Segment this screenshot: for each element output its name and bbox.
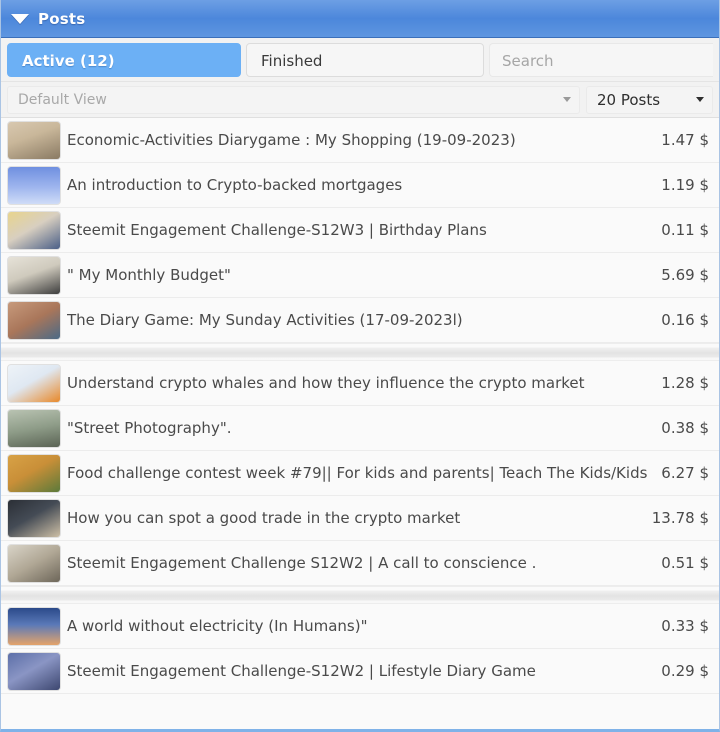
- post-payout-value: 0.51 $: [661, 554, 709, 572]
- man-in-blue-shirt-photo: [8, 211, 60, 249]
- posts-per-page-label: 20 Posts: [597, 90, 661, 109]
- post-payout-value: 0.33 $: [661, 617, 709, 635]
- panel-header: Posts: [1, 0, 719, 38]
- trading-screen-photo: [8, 499, 60, 537]
- post-thumbnail: [7, 120, 61, 160]
- post-row[interactable]: Understand crypto whales and how they in…: [1, 361, 719, 406]
- post-row[interactable]: Food challenge contest week #79|| For ki…: [1, 451, 719, 496]
- post-list: Economic-Activities Diarygame : My Shopp…: [1, 118, 719, 694]
- post-title[interactable]: Steemit Engagement Challenge-S12W2 | Lif…: [67, 662, 661, 680]
- post-row[interactable]: Economic-Activities Diarygame : My Shopp…: [1, 118, 719, 163]
- night-sky-photo: [8, 607, 60, 645]
- post-title[interactable]: How you can spot a good trade in the cry…: [67, 509, 652, 527]
- post-payout-value: 13.78 $: [651, 509, 709, 527]
- posts-per-page-select[interactable]: 20 Posts: [586, 85, 713, 114]
- post-title[interactable]: Economic-Activities Diarygame : My Shopp…: [67, 131, 661, 149]
- blue-house-graphic: [8, 166, 60, 204]
- post-title[interactable]: A world without electricity (In Humans)": [67, 617, 661, 635]
- triangle-down-icon[interactable]: [11, 14, 29, 24]
- post-row[interactable]: An introduction to Crypto-backed mortgag…: [1, 163, 719, 208]
- post-group-separator: [1, 343, 719, 361]
- post-payout-value: 0.29 $: [661, 662, 709, 680]
- post-thumbnail: [7, 210, 61, 250]
- post-thumbnail: [7, 255, 61, 295]
- post-group-separator: [1, 586, 719, 604]
- post-payout-value: 0.16 $: [661, 311, 709, 329]
- post-row[interactable]: Steemit Engagement Challenge-S12W3 | Bir…: [1, 208, 719, 253]
- post-payout-value: 0.38 $: [661, 419, 709, 437]
- man-outdoors-photo: [8, 301, 60, 339]
- post-thumbnail: [7, 606, 61, 646]
- post-title[interactable]: Food challenge contest week #79|| For ki…: [67, 464, 661, 482]
- person-indoors-photo: [8, 544, 60, 582]
- post-row[interactable]: "Street Photography". 0.38 $: [1, 406, 719, 451]
- post-title[interactable]: "Street Photography".: [67, 419, 661, 437]
- post-title[interactable]: Steemit Engagement Challenge S12W2 | A c…: [67, 554, 661, 572]
- post-payout-value: 5.69 $: [661, 266, 709, 284]
- view-select-label: Default View: [18, 91, 107, 108]
- calculator-and-money-photo: [8, 256, 60, 294]
- view-select[interactable]: Default View: [7, 85, 580, 114]
- street-scene-photo: [8, 409, 60, 447]
- tab-active-posts[interactable]: Active (12): [7, 42, 241, 77]
- post-thumbnail: [7, 408, 61, 448]
- post-row[interactable]: The Diary Game: My Sunday Activities (17…: [1, 298, 719, 343]
- post-row[interactable]: Steemit Engagement Challenge S12W2 | A c…: [1, 541, 719, 586]
- tabs-row: Active (12) Finished Search: [1, 38, 719, 82]
- post-thumbnail: [7, 453, 61, 493]
- post-thumbnail: [7, 498, 61, 538]
- post-thumbnail: [7, 165, 61, 205]
- posts-panel: Posts Active (12) Finished Search Defaul…: [0, 0, 720, 732]
- post-title[interactable]: The Diary Game: My Sunday Activities (17…: [67, 311, 661, 329]
- two-people-portrait-photo: [8, 652, 60, 690]
- caret-down-icon: [563, 97, 571, 102]
- post-title[interactable]: An introduction to Crypto-backed mortgag…: [67, 176, 661, 194]
- post-thumbnail: [7, 300, 61, 340]
- filter-row: Default View 20 Posts: [1, 82, 719, 118]
- post-thumbnail: [7, 543, 61, 583]
- man-in-shop-photo: [8, 121, 60, 159]
- page-title: Posts: [38, 9, 86, 28]
- whale-bitcoin-illustration: [8, 364, 60, 402]
- post-title[interactable]: Steemit Engagement Challenge-S12W3 | Bir…: [67, 221, 661, 239]
- post-thumbnail: [7, 363, 61, 403]
- tab-finished-posts[interactable]: Finished: [246, 42, 484, 77]
- post-row[interactable]: " My Monthly Budget" 5.69 $: [1, 253, 719, 298]
- post-title[interactable]: Understand crypto whales and how they in…: [67, 374, 661, 392]
- post-payout-value: 0.11 $: [661, 221, 709, 239]
- post-payout-value: 1.28 $: [661, 374, 709, 392]
- post-payout-value: 6.27 $: [661, 464, 709, 482]
- post-title[interactable]: " My Monthly Budget": [67, 266, 661, 284]
- man-with-food-photo: [8, 454, 60, 492]
- search-input[interactable]: Search: [489, 42, 713, 77]
- post-payout-value: 1.19 $: [661, 176, 709, 194]
- caret-down-icon: [696, 97, 704, 102]
- post-row[interactable]: Steemit Engagement Challenge-S12W2 | Lif…: [1, 649, 719, 694]
- post-payout-value: 1.47 $: [661, 131, 709, 149]
- post-row[interactable]: How you can spot a good trade in the cry…: [1, 496, 719, 541]
- post-row[interactable]: A world without electricity (In Humans)"…: [1, 604, 719, 649]
- post-thumbnail: [7, 651, 61, 691]
